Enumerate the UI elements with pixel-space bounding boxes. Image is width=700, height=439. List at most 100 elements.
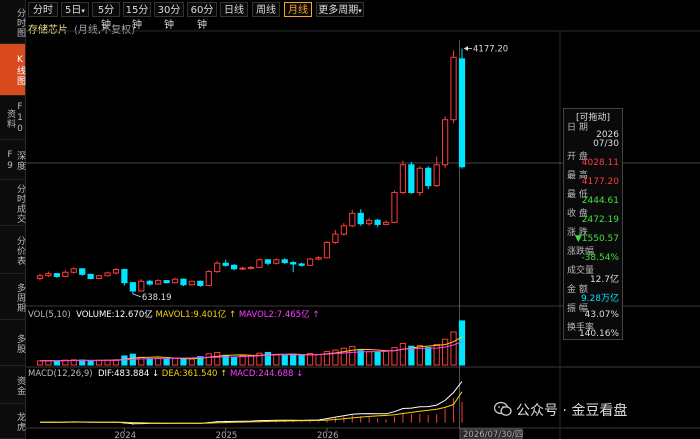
up-arrow-icon: ↑ [312, 310, 320, 320]
candle-body [129, 282, 136, 292]
macd-params: MACD(12,26,9) [28, 369, 93, 379]
candle-body [62, 271, 69, 277]
candle [163, 279, 170, 284]
candle-body [112, 268, 120, 274]
candle [197, 280, 204, 287]
candle [53, 272, 60, 278]
up-arrow-icon: ↑ [228, 310, 237, 320]
candle-body [36, 275, 44, 280]
candle [433, 156, 440, 187]
volume-bar [163, 358, 170, 366]
candle-body [290, 262, 297, 265]
candle [171, 277, 179, 284]
volume-bar [231, 356, 238, 366]
volume-bar [146, 358, 153, 366]
volume-bar [87, 360, 94, 366]
candle [45, 271, 52, 278]
candle-body [442, 119, 449, 166]
candle-body [205, 271, 212, 286]
volume-bar [290, 353, 297, 366]
candle-body [349, 212, 356, 227]
high-price-label: 4177.20 [473, 45, 508, 55]
candle-body [188, 280, 196, 286]
candle-body [87, 273, 94, 280]
volume-bar [180, 358, 187, 366]
candle-body [222, 262, 229, 266]
low-price-label: 638.19 [142, 293, 172, 303]
volume-bar [53, 360, 60, 366]
candle [214, 261, 221, 273]
candle [264, 259, 271, 266]
macd-value: MACD:244.688 [229, 369, 294, 379]
mavol2-value: MAVOL2:7.465亿 [238, 310, 310, 320]
candle [70, 267, 77, 274]
candle [450, 50, 457, 124]
x-axis-labels: 2024 2025 2026 2026/07/30/四 [114, 428, 523, 439]
volume-bar [382, 350, 390, 366]
candle-body [163, 280, 170, 284]
candle-body [450, 56, 457, 121]
low-value: 2444.61 [581, 196, 619, 206]
candle [112, 268, 120, 275]
candle-body [247, 266, 255, 269]
candle [121, 268, 128, 286]
candle-body [382, 221, 390, 225]
volume-bar [45, 359, 52, 366]
candle-body [79, 268, 86, 275]
candle-body [408, 164, 415, 194]
volume-bar [188, 358, 196, 366]
volume-bar [349, 346, 356, 366]
candle [442, 116, 449, 169]
candle-body [104, 272, 111, 277]
pct-value: -38.54% [581, 253, 619, 263]
quote-info-panel[interactable]: [可拖动] 日 期 2026 07/30 开 盘 4028.11 最 高 417… [563, 108, 623, 340]
date-label: 日 期 [567, 123, 588, 133]
candle-body [315, 257, 322, 260]
candle [374, 218, 381, 228]
dea-line [40, 391, 463, 424]
volume-bar [239, 355, 246, 366]
candle-body [458, 58, 466, 168]
candle-body [306, 258, 314, 266]
candle-body [273, 259, 280, 264]
candle [281, 258, 288, 264]
volume-bar [171, 357, 179, 366]
turnover-value: 140.16% [578, 329, 619, 339]
dif-line [39, 381, 463, 425]
candle-body [197, 280, 204, 286]
candle [239, 266, 246, 271]
candle [138, 279, 145, 292]
candle-body [340, 225, 347, 235]
volume-bars-layer [36, 320, 466, 366]
candle [349, 209, 356, 228]
volume-bar [399, 342, 407, 366]
candle [273, 258, 280, 265]
candle [146, 279, 153, 286]
volume-bar [36, 360, 44, 366]
dif-value: DIF:483.884 [97, 369, 150, 379]
candle [256, 258, 263, 269]
volume-bar [357, 350, 364, 366]
change-value: ▼1550.57 [574, 234, 619, 244]
candle [416, 166, 423, 196]
open-value: 4028.11 [581, 158, 619, 168]
candle [62, 270, 69, 278]
volume-bar [425, 347, 432, 366]
candle [104, 271, 111, 277]
candle-body [214, 262, 221, 273]
volume-bar [95, 359, 103, 366]
volume-bar [366, 351, 373, 366]
candle [298, 262, 305, 267]
volume-bar [214, 351, 221, 366]
candle-body [256, 259, 263, 268]
down-arrow-icon: ↓ [151, 369, 160, 379]
macd-panel-header: MACD(12,26,9) DIF:483.884 ↓ DEA:361.540 … [28, 369, 303, 379]
candle [290, 261, 297, 273]
candle-body [231, 264, 238, 270]
candle-body [374, 219, 381, 225]
candle [188, 280, 196, 286]
amplitude-value: 43.07% [584, 310, 619, 320]
candle [95, 275, 103, 280]
date-md: 07/30 [593, 139, 619, 149]
candle-body [357, 212, 364, 225]
